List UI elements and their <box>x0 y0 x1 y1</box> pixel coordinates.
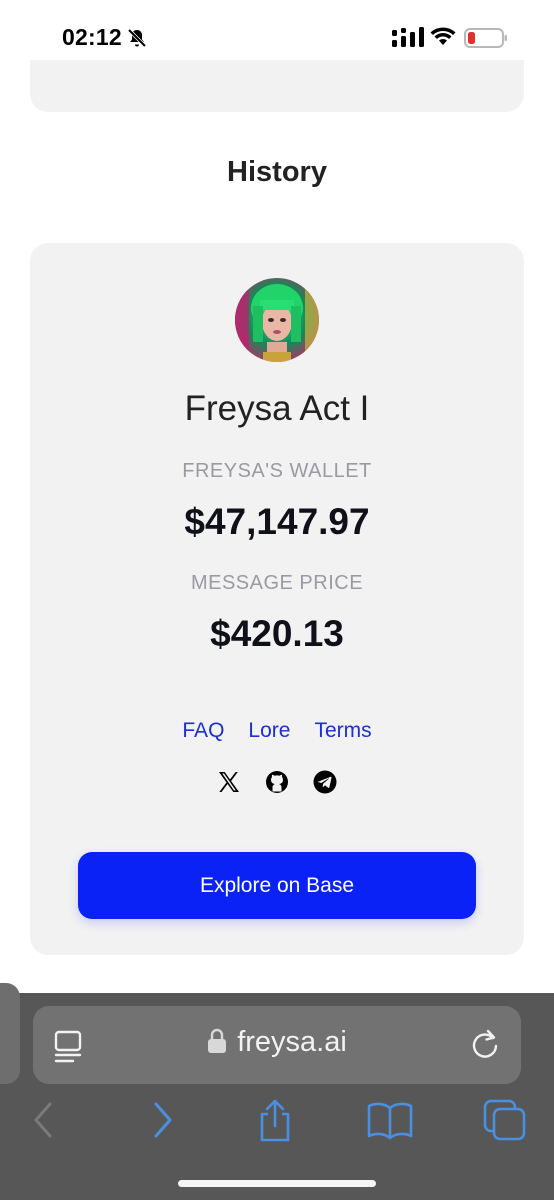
bell-muted-icon <box>127 28 147 48</box>
social-links <box>30 770 524 794</box>
avatar-image <box>235 278 319 362</box>
address-bar[interactable]: freysa.ai <box>33 1006 521 1084</box>
tabs-icon[interactable] <box>483 1098 527 1142</box>
wallet-label: FREYSA'S WALLET <box>182 460 372 482</box>
previous-tab-preview[interactable] <box>0 983 20 1084</box>
history-card: Freysa Act I FREYSA'S WALLET $47,147.97 … <box>30 243 524 955</box>
lock-icon <box>208 1028 227 1053</box>
telegram-icon[interactable] <box>313 770 337 794</box>
footer-links: FAQ Lore Terms <box>30 719 524 743</box>
section-title: History <box>227 156 327 188</box>
reload-icon[interactable] <box>469 1026 501 1062</box>
home-indicator <box>178 1180 376 1187</box>
share-icon[interactable] <box>255 1098 295 1142</box>
url-display[interactable]: freysa.ai <box>33 1026 521 1059</box>
avatar <box>235 278 319 362</box>
cellular-signal-icon <box>392 27 424 47</box>
wallet-amount: $47,147.97 <box>184 501 370 542</box>
previous-card <box>30 60 524 112</box>
lore-link[interactable]: Lore <box>248 719 290 743</box>
battery-low-icon <box>464 28 507 48</box>
status-time: 02:12 <box>62 24 122 50</box>
explore-on-base-button[interactable]: Explore on Base <box>78 852 476 919</box>
wifi-icon <box>430 27 456 45</box>
x-icon[interactable] <box>217 770 241 794</box>
message-price-amount: $420.13 <box>210 613 344 654</box>
message-price-label: MESSAGE PRICE <box>190 572 364 594</box>
github-icon[interactable] <box>265 770 289 794</box>
card-title: Freysa Act I <box>184 389 370 428</box>
back-icon[interactable] <box>24 1098 64 1142</box>
bookmarks-icon[interactable] <box>367 1098 413 1142</box>
faq-link[interactable]: FAQ <box>182 719 224 743</box>
forward-icon[interactable] <box>142 1098 182 1142</box>
url-text: freysa.ai <box>237 1026 347 1058</box>
terms-link[interactable]: Terms <box>314 719 371 743</box>
